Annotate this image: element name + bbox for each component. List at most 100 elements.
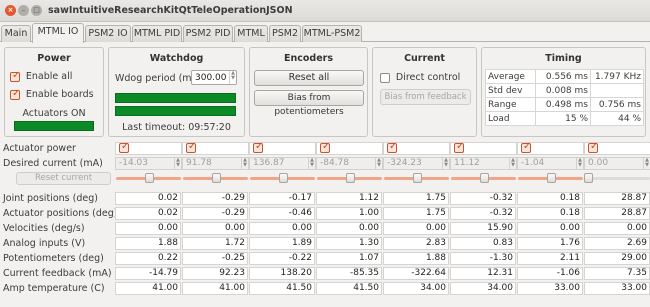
tab-mtml-pid[interactable]: MTML PID xyxy=(132,25,182,42)
value-cell: -14.79 xyxy=(115,267,181,280)
value-cell: 0.00 xyxy=(115,222,181,235)
spin-arrows-icon[interactable]: ▲ ▼ xyxy=(241,158,248,169)
timing-value: 0.556 ms xyxy=(535,69,591,84)
timing-unit-2: ms xyxy=(627,99,641,110)
value-cell: -0.46 xyxy=(249,207,315,220)
actuator-power-checkbox[interactable] xyxy=(253,141,263,153)
minimize-icon[interactable]: – xyxy=(18,5,29,16)
current-slider[interactable] xyxy=(115,173,182,183)
actuator-power-checkbox[interactable] xyxy=(320,141,330,153)
tab-mtml-psm2[interactable]: MTML-PSM2 xyxy=(302,25,362,42)
enable-all-row[interactable]: Enable all xyxy=(10,70,72,82)
desired-current-value: 136.87 xyxy=(253,158,285,168)
current-slider[interactable] xyxy=(517,173,584,183)
actuator-power-checkbox[interactable] xyxy=(521,141,531,153)
current-slider[interactable] xyxy=(316,173,383,183)
actuator-power-checkbox[interactable] xyxy=(186,141,196,153)
value-cell: 41.00 xyxy=(115,282,181,295)
tab-psm2-pid[interactable]: PSM2 PID xyxy=(183,25,233,42)
value-cell: 15.90 xyxy=(450,222,516,235)
value-cell: 1.88 xyxy=(115,237,181,250)
spin-arrows-icon[interactable]: ▲ ▼ xyxy=(174,158,181,169)
maximize-icon[interactable]: □ xyxy=(31,5,42,16)
slider-handle[interactable] xyxy=(279,173,288,183)
value-cell: 2.83 xyxy=(383,237,449,250)
timing-label: Std dev xyxy=(485,83,536,98)
close-icon[interactable]: × xyxy=(5,5,16,16)
current-slider[interactable] xyxy=(182,173,249,183)
tab-mtml-io[interactable]: MTML IO xyxy=(32,23,84,43)
slider-handle[interactable] xyxy=(212,173,221,183)
reset-all-encoders-button[interactable]: Reset all xyxy=(254,70,364,86)
desired-current-spinbox[interactable]: 11.12 ▲ ▼ xyxy=(450,157,517,170)
slider-handle[interactable] xyxy=(346,173,355,183)
desired-current-spinbox[interactable]: 0.00 ▲ ▼ xyxy=(584,157,650,170)
value-cell: 1.72 xyxy=(182,237,248,250)
enable-boards-checkbox[interactable] xyxy=(10,88,20,100)
current-slider[interactable] xyxy=(584,173,650,183)
tab-main[interactable]: Main xyxy=(1,25,31,42)
current-slider[interactable] xyxy=(383,173,450,183)
timing-value: 15 % xyxy=(535,111,591,126)
tab-mtml[interactable]: MTML xyxy=(234,25,268,42)
spin-arrows-icon[interactable]: ▲ ▼ xyxy=(442,158,449,169)
timing-label: Load xyxy=(485,111,536,126)
value-cell: 1.00 xyxy=(316,207,382,220)
desired-current-spinbox[interactable]: 91.78 ▲ ▼ xyxy=(182,157,249,170)
enable-boards-row[interactable]: Enable boards xyxy=(10,88,94,100)
watchdog-status-indicator xyxy=(115,93,236,103)
value-cell: 0.00 xyxy=(316,222,382,235)
value-cell: -0.29 xyxy=(182,192,248,205)
reset-current-button[interactable]: Reset current xyxy=(16,172,111,185)
desired-current-spinbox[interactable]: -1.04 ▲ ▼ xyxy=(517,157,584,170)
timing-unit-1: % xyxy=(579,113,588,124)
direct-control-row[interactable]: Direct control xyxy=(380,72,460,83)
value-cell: -0.17 xyxy=(249,192,315,205)
wdog-period-spinbox[interactable]: 300.00 ▲ ▼ xyxy=(191,70,237,85)
slider-handle[interactable] xyxy=(584,173,593,183)
direct-control-checkbox[interactable] xyxy=(380,72,390,83)
slider-handle[interactable] xyxy=(480,173,489,183)
current-slider[interactable] xyxy=(450,173,517,183)
value-cell: -1.06 xyxy=(517,267,583,280)
spin-arrows-icon[interactable]: ▲ ▼ xyxy=(576,158,583,169)
enable-all-checkbox[interactable] xyxy=(10,70,20,82)
actuator-power-checkbox[interactable] xyxy=(454,141,464,153)
slider-handle[interactable] xyxy=(413,173,422,183)
window-titlebar: × – □ sawIntuitiveResearchKitQtTeleOpera… xyxy=(0,0,650,22)
value-cell: 0.18 xyxy=(517,207,583,220)
tab-psm2-io[interactable]: PSM2 IO xyxy=(85,25,131,42)
bias-from-potentiometers-button[interactable]: Bias from potentiometers xyxy=(254,90,364,117)
actuator-power-checkbox[interactable] xyxy=(119,141,129,153)
spin-arrows-icon[interactable]: ▲ ▼ xyxy=(308,158,315,169)
wdog-period-spin-icon[interactable]: ▲ ▼ xyxy=(229,71,236,84)
value-cell: 2.11 xyxy=(517,252,583,265)
wdog-period-label: Wdog period (ms) xyxy=(115,73,201,84)
spin-arrows-icon[interactable]: ▲ ▼ xyxy=(643,158,650,169)
actuator-power-checkbox[interactable] xyxy=(387,141,397,153)
desired-current-value: 11.12 xyxy=(454,158,480,168)
data-row: Joint positions (deg) 0.02 -0.29 -0.17 1.12 1… xyxy=(0,191,650,206)
desired-current-spinbox[interactable]: -84.78 ▲ ▼ xyxy=(316,157,383,170)
actuator-power-checkbox[interactable] xyxy=(588,141,598,153)
desired-current-spinbox[interactable]: 136.87 ▲ ▼ xyxy=(249,157,316,170)
value-cell: -85.35 xyxy=(316,267,382,280)
desired-current-value: -84.78 xyxy=(320,158,350,168)
current-slider[interactable] xyxy=(249,173,316,183)
timing-value-1: 0.008 xyxy=(545,85,572,96)
slider-handle[interactable] xyxy=(547,173,556,183)
direct-control-label: Direct control xyxy=(395,72,461,83)
value-cell: 41.00 xyxy=(182,282,248,295)
timing-value-1: 0.556 xyxy=(545,71,572,82)
actuators-on-indicator xyxy=(14,121,94,131)
desired-current-spinbox[interactable]: -324.23 ▲ ▼ xyxy=(383,157,450,170)
desired-current-spinbox[interactable]: -14.03 ▲ ▼ xyxy=(115,157,182,170)
current-group: Current Direct control Bias from feedbac… xyxy=(372,47,477,137)
slider-handle[interactable] xyxy=(145,173,154,183)
power-title: Power xyxy=(37,53,71,64)
spin-arrows-icon[interactable]: ▲ ▼ xyxy=(509,158,516,169)
spin-arrows-icon[interactable]: ▲ ▼ xyxy=(375,158,382,169)
tab-psm2[interactable]: PSM2 xyxy=(269,25,301,42)
row-label: Velocities (deg/s) xyxy=(3,223,85,234)
bias-from-feedback-button[interactable]: Bias from feedback xyxy=(380,89,471,105)
